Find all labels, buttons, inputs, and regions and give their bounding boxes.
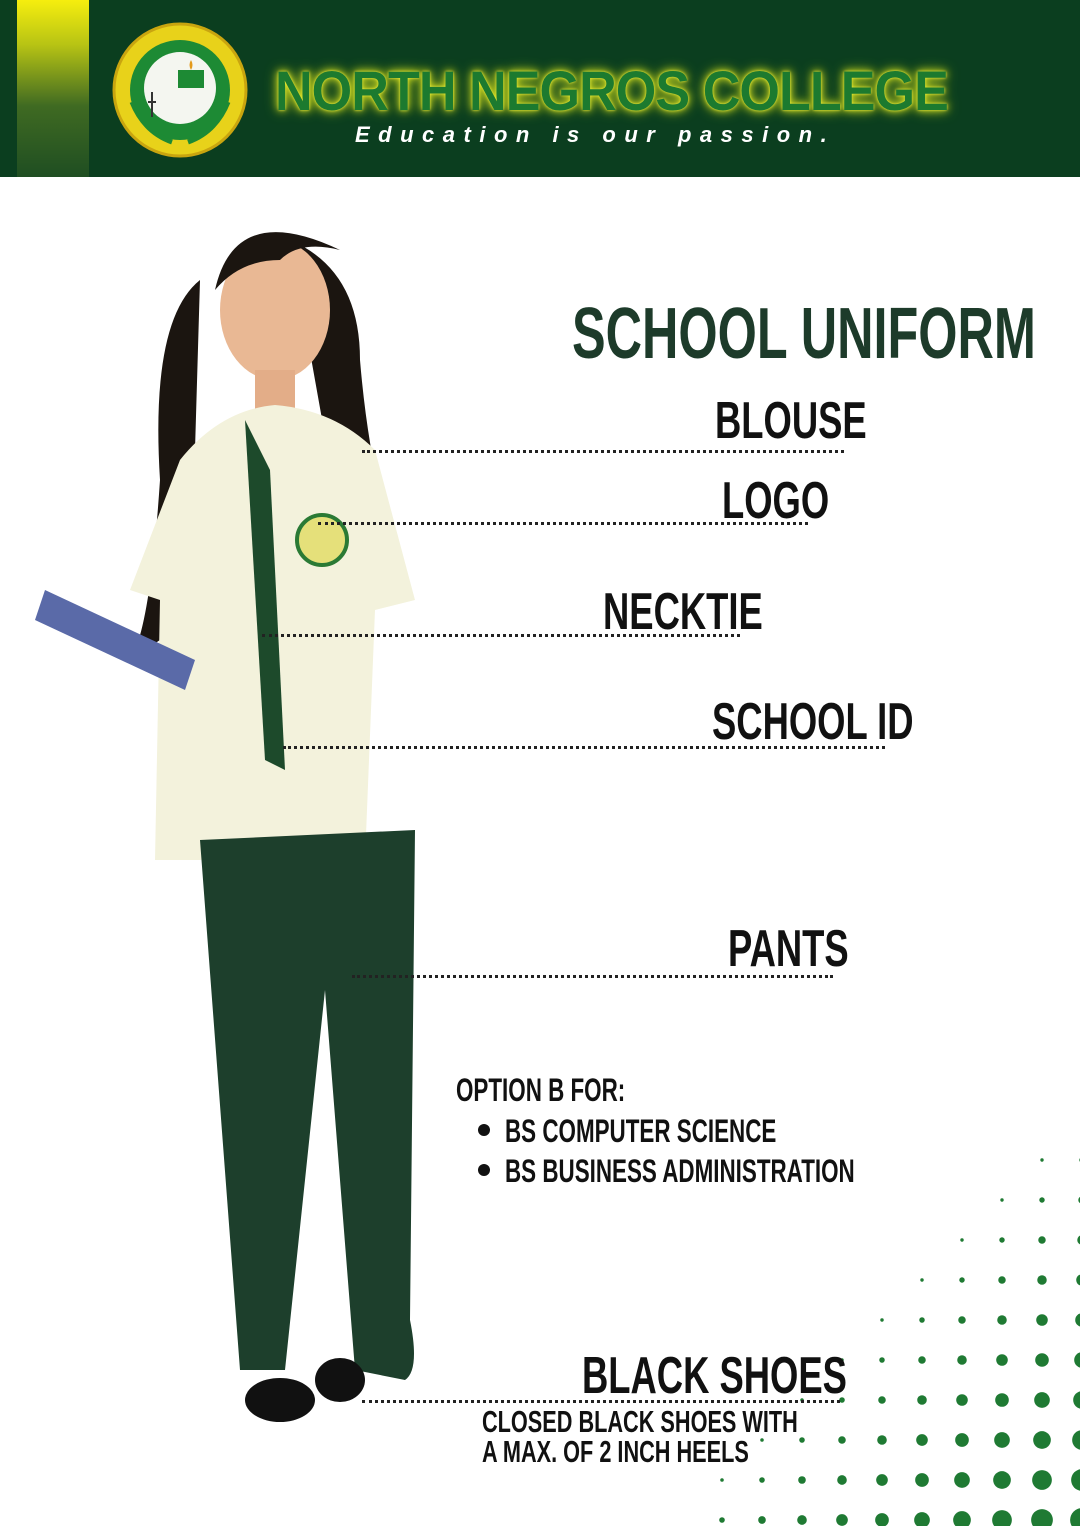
halftone-dot [915,1473,929,1487]
halftone-dot [759,1477,765,1483]
halftone-dot [916,1434,928,1446]
tagline: Education is our passion. [355,122,836,147]
pointer-line-necktie [262,634,740,637]
halftone-dot [920,1278,924,1282]
halftone-dot [997,1315,1007,1325]
student-model-photo [35,232,415,1422]
halftone-dot [1073,1391,1080,1409]
halftone-dot [838,1436,846,1444]
halftone-dot [1039,1197,1045,1203]
halftone-dot [878,1396,886,1404]
college-name: NORTH NEGROS COLLEGE [275,59,949,122]
halftone-dot [797,1515,807,1525]
halftone-dot [877,1435,887,1445]
halftone-dot [953,1511,971,1526]
halftone-dot [1037,1275,1047,1285]
bullet-icon [478,1164,490,1176]
halftone-dot [880,1318,884,1322]
halftone-dot [1000,1198,1004,1202]
halftone-dot [758,1516,766,1524]
label-blouse: BLOUSE [715,392,867,450]
halftone-dot [879,1357,885,1363]
halftone-dot [1076,1274,1080,1286]
shoes-note-line: A MAX. OF 2 INCH HEELS [482,1434,749,1469]
option-b-item: BS COMPUTER SCIENCE [505,1113,777,1149]
option-b-title: OPTION B FOR: [456,1072,626,1108]
halftone-dot [1035,1353,1049,1367]
halftone-dot [1072,1430,1080,1450]
halftone-dot [798,1476,806,1484]
halftone-dot [956,1394,968,1406]
halftone-dot [999,1237,1005,1243]
halftone-dot [1033,1431,1051,1449]
halftone-dot [917,1395,927,1405]
halftone-dot [919,1317,925,1323]
halftone-dot [836,1514,848,1526]
label-necktie: NECKTIE [603,583,763,641]
halftone-dot [1040,1158,1044,1162]
pointer-line-logo [318,522,808,525]
halftone-dot [957,1355,967,1365]
halftone-dot [992,1510,1012,1526]
halftone-dot [998,1276,1006,1284]
halftone-dot [995,1393,1009,1407]
page-heading: SCHOOL UNIFORM [572,294,1036,374]
halftone-dot [1070,1508,1080,1526]
halftone-dot [1038,1236,1046,1244]
halftone-dot [720,1478,724,1482]
halftone-dot [996,1354,1008,1366]
halftone-dot [1075,1313,1080,1327]
yellow-accent-bar [17,0,89,177]
halftone-dot [958,1316,966,1324]
halftone-dot [719,1517,725,1523]
halftone-dot [1034,1392,1050,1408]
bullet-icon [478,1124,490,1136]
halftone-dot [959,1277,965,1283]
shoes-note-line: CLOSED BLACK SHOES WITH [482,1404,798,1439]
college-seal-logo [112,22,248,158]
halftone-dot [837,1475,847,1485]
halftone-dot [799,1437,805,1443]
halftone-dot [876,1474,888,1486]
pointer-line-shoes [362,1400,840,1403]
halftone-dot [875,1513,889,1526]
halftone-dot [994,1432,1010,1448]
header-banner: NORTH NEGROS COLLEGE Education is our pa… [0,0,1080,177]
pointer-line-school-id [283,746,885,749]
halftone-dot [1071,1469,1080,1491]
halftone-dot [1031,1509,1053,1526]
label-pants: PANTS [728,920,849,978]
pointer-line-pants [352,975,833,978]
halftone-dot [960,1238,964,1242]
label-school-id: SCHOOL ID [712,693,914,751]
label-black-shoes: BLACK SHOES [582,1347,847,1405]
label-logo: LOGO [722,472,830,530]
halftone-dot [1032,1470,1052,1490]
halftone-dot [918,1356,926,1364]
halftone-dot-pattern [719,1158,1080,1526]
halftone-dot [1074,1352,1080,1368]
halftone-dot [955,1433,969,1447]
halftone-dot [954,1472,970,1488]
halftone-dot [993,1471,1011,1489]
halftone-dot [914,1512,930,1526]
halftone-dot [1036,1314,1048,1326]
pointer-line-blouse [362,450,844,453]
